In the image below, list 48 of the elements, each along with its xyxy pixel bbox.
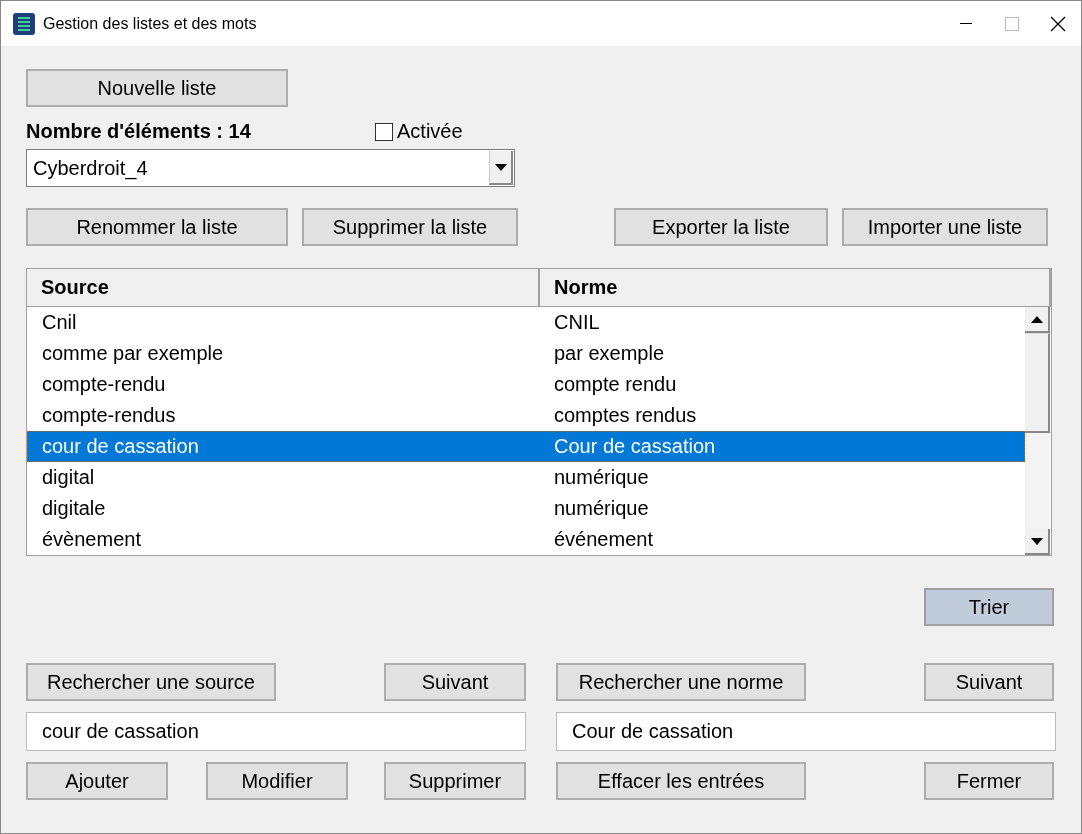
table-cell-text: CNIL	[553, 311, 601, 334]
next-button[interactable]: Suivant	[924, 663, 1054, 701]
table-cell-text: numérique	[553, 497, 650, 520]
close-icon	[1050, 15, 1066, 32]
export-list-button[interactable]: Exporter la liste	[614, 208, 828, 246]
source-input[interactable]: cour de cassation	[26, 712, 526, 751]
minimize-icon	[960, 22, 972, 25]
table-row[interactable]: cour de cassation Cour de cassation	[27, 431, 1025, 462]
checkbox-label: Activée	[397, 120, 463, 143]
table-cell-text: compte-rendus	[41, 404, 177, 427]
table-cell-text: événement	[553, 528, 654, 551]
norm-input[interactable]: Cour de cassation	[556, 712, 1056, 751]
maximize-icon	[1005, 16, 1019, 31]
scroll-up-icon	[1030, 315, 1043, 323]
table-cell-text: digital	[41, 466, 96, 489]
scroll-thumb[interactable]	[1025, 333, 1050, 433]
dropdown-arrow-icon	[494, 163, 507, 171]
table-cell-text: digitale	[41, 497, 107, 520]
table-cell-text: compte rendu	[553, 373, 678, 396]
close-window-button[interactable]: Fermer	[924, 762, 1054, 800]
table-cell-text: cour de cassation	[41, 435, 200, 458]
list-dropdown[interactable]: Cyberdroit_4	[26, 149, 515, 187]
rename-list-button[interactable]: Renommer la liste	[26, 208, 288, 246]
table-cell-text: comptes rendus	[553, 404, 698, 427]
scrollbar[interactable]	[1025, 307, 1050, 555]
search-norm-button[interactable]: Rechercher une norme	[556, 663, 806, 701]
clear-entries-button[interactable]: Effacer les entrées	[556, 762, 806, 800]
table-cell-text: par exemple	[553, 342, 666, 365]
window-title: Gestion des listes et des mots	[43, 14, 258, 33]
sort-button[interactable]: Trier	[924, 588, 1054, 626]
modify-button[interactable]: Modifier	[206, 762, 348, 800]
item-count-label: Nombre d'éléments : 14	[26, 120, 252, 143]
app-icon	[13, 12, 35, 35]
next-button[interactable]: Suivant	[384, 663, 526, 701]
search-source-button[interactable]: Rechercher une source	[26, 663, 276, 701]
delete-list-button[interactable]: Supprimer la liste	[302, 208, 518, 246]
import-list-button[interactable]: Importer une liste	[842, 208, 1048, 246]
table-cell-text: évènement	[41, 528, 142, 551]
scroll-down-icon	[1030, 537, 1043, 545]
new-list-button[interactable]: Nouvelle liste	[26, 69, 288, 107]
activated-checkbox[interactable]	[375, 122, 393, 141]
delete-button[interactable]: Supprimer	[384, 762, 526, 800]
table-cell-text: Cour de cassation	[553, 435, 717, 458]
table-cell-text: comme par exemple	[41, 342, 225, 365]
table-cell-text: Cnil	[41, 311, 78, 334]
add-button[interactable]: Ajouter	[26, 762, 168, 800]
table-cell-text: numérique	[553, 466, 650, 489]
table-cell-text: compte-rendu	[41, 373, 167, 396]
